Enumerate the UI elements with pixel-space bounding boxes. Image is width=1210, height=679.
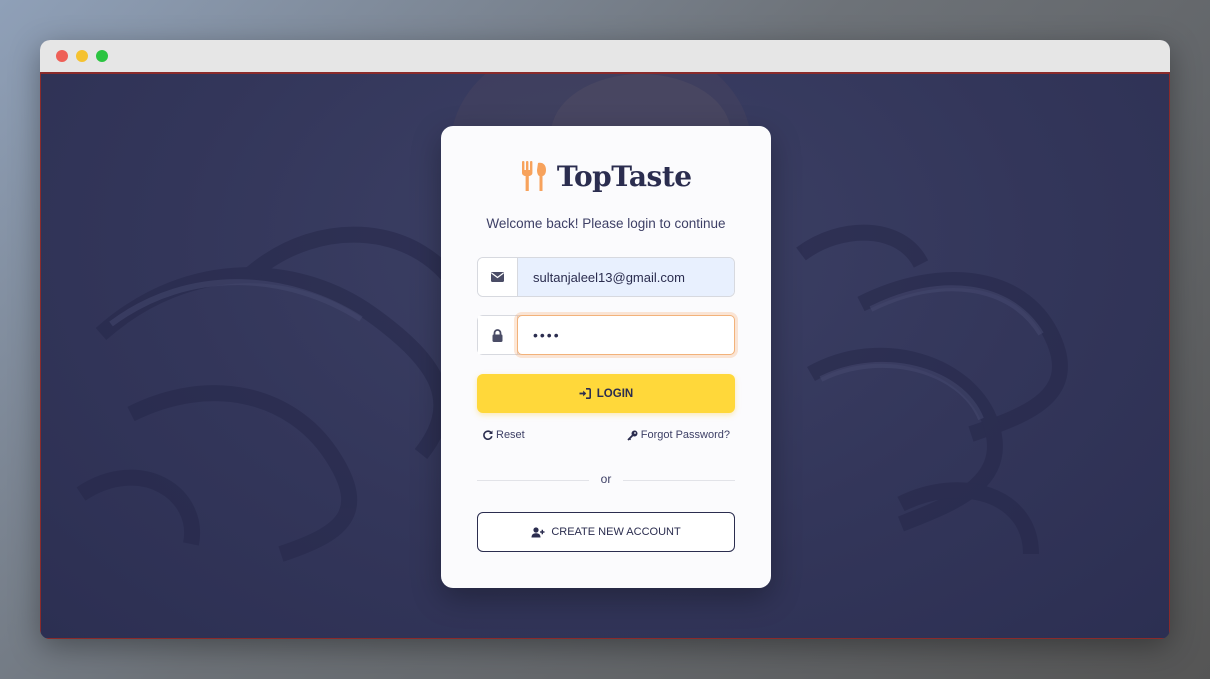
forgot-password-label: Forgot Password?	[640, 429, 730, 441]
sign-in-icon	[579, 388, 591, 399]
close-window-button[interactable]	[56, 50, 68, 62]
login-card: TopTaste Welcome back! Please login to c…	[441, 126, 771, 588]
password-field-group	[477, 315, 735, 355]
redo-icon	[483, 430, 493, 440]
brand-logo: TopTaste	[441, 160, 771, 193]
create-account-label: CREATE NEW ACCOUNT	[551, 526, 681, 538]
minimize-window-button[interactable]	[76, 50, 88, 62]
lock-icon	[478, 316, 518, 354]
user-plus-icon	[531, 526, 545, 537]
or-label: or	[600, 472, 612, 486]
reset-link[interactable]: Reset	[483, 429, 525, 441]
browser-window: TopTaste Welcome back! Please login to c…	[40, 40, 1170, 639]
window-titlebar	[40, 40, 1170, 74]
brand-name: TopTaste	[556, 160, 692, 193]
login-button-label: LOGIN	[596, 387, 634, 400]
password-input[interactable]	[517, 315, 735, 355]
divider-line-right	[623, 480, 735, 481]
key-icon	[627, 430, 638, 441]
page-viewport: TopTaste Welcome back! Please login to c…	[40, 74, 1170, 639]
email-field-group	[477, 257, 735, 297]
envelope-icon	[478, 258, 518, 296]
email-input[interactable]	[518, 258, 734, 296]
forgot-password-link[interactable]: Forgot Password?	[627, 429, 730, 441]
create-account-button[interactable]: CREATE NEW ACCOUNT	[477, 512, 735, 552]
maximize-window-button[interactable]	[96, 50, 108, 62]
login-button[interactable]: LOGIN	[477, 374, 735, 413]
reset-link-label: Reset	[496, 429, 525, 441]
or-divider: or	[477, 472, 735, 487]
utensils-icon	[522, 160, 547, 191]
welcome-message: Welcome back! Please login to continue	[486, 216, 726, 231]
